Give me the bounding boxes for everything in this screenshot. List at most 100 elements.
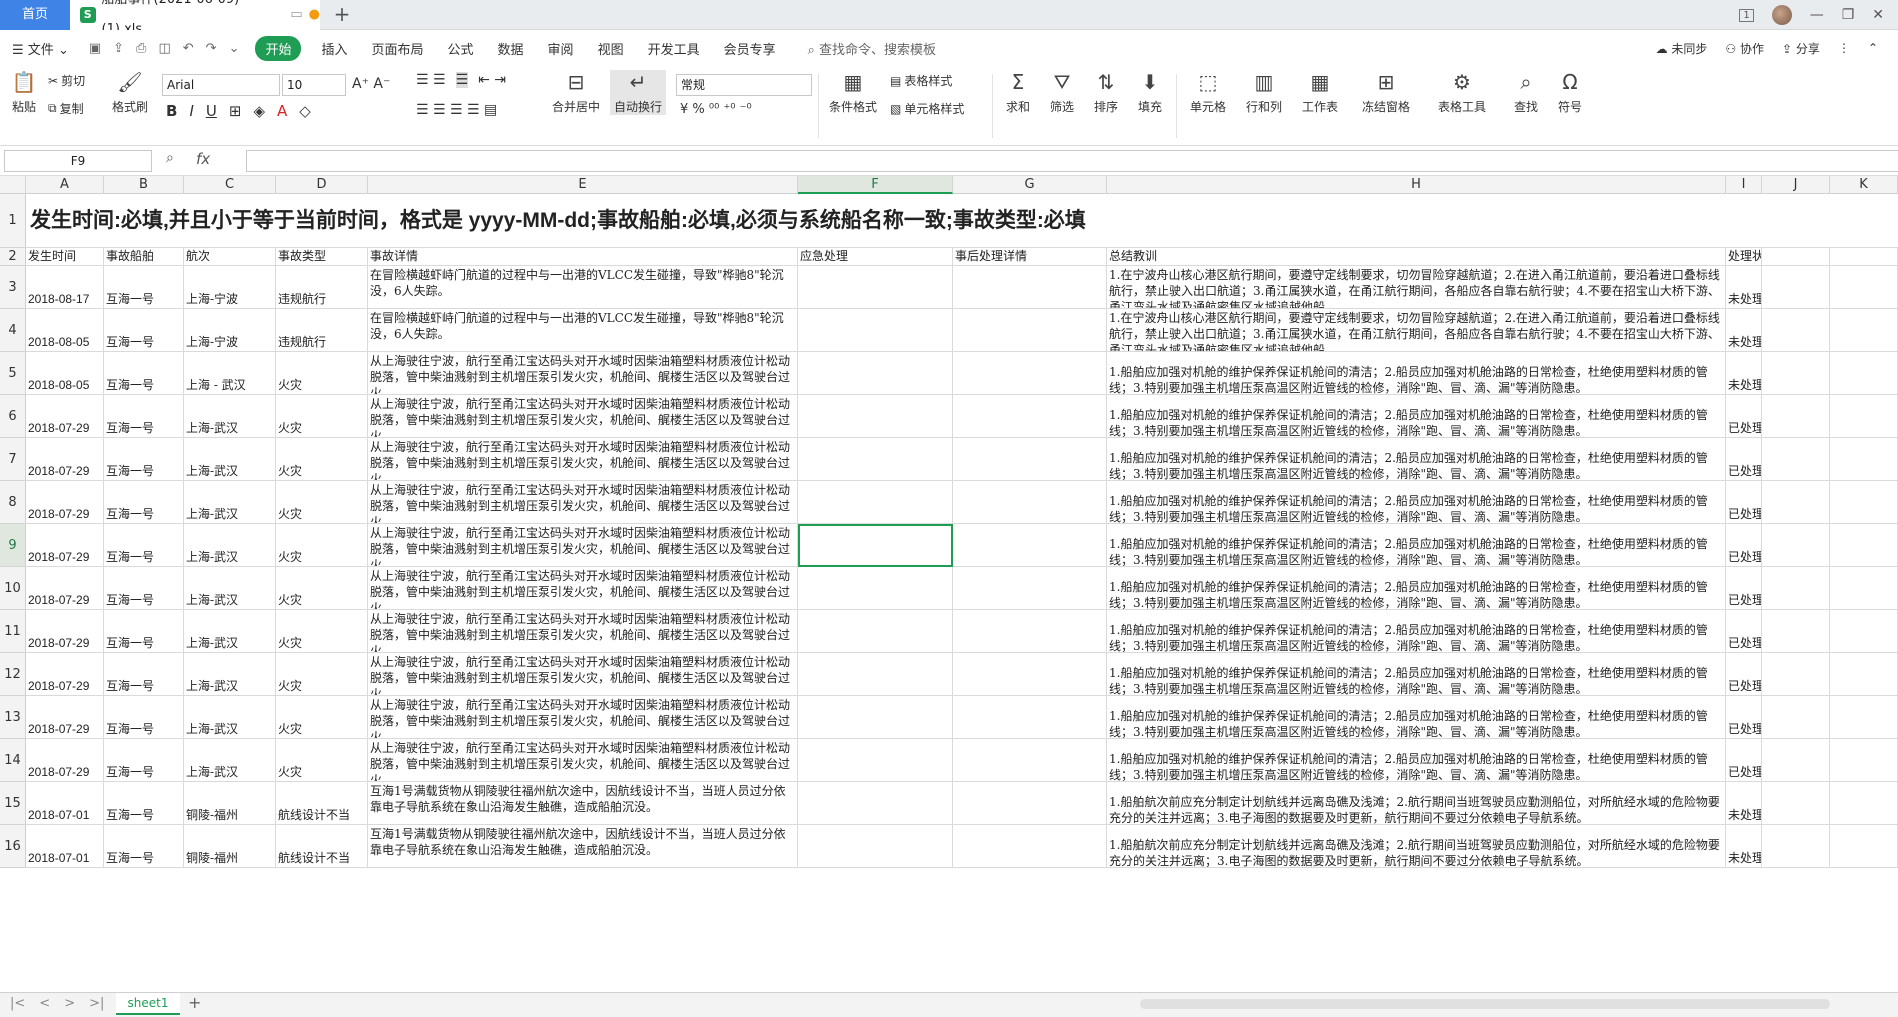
voyage-cell[interactable]: 上海-武汉 (184, 653, 276, 696)
row-col-button[interactable]: ▥ 行和列 (1238, 70, 1290, 115)
type-cell[interactable]: 火灾 (276, 352, 368, 395)
lesson-cell[interactable]: 1.船舶应加强对机舱的维护保养保证机舱间的清洁；2.船员应加强对机舱油路的日常检… (1107, 395, 1726, 438)
status-cell[interactable]: 已处理 (1726, 653, 1762, 696)
voyage-cell[interactable]: 上海-武汉 (184, 610, 276, 653)
date-cell[interactable]: 2018-08-05 (26, 352, 104, 395)
empty-cell[interactable] (1762, 481, 1830, 524)
status-cell[interactable]: 已处理 (1726, 610, 1762, 653)
ship-cell[interactable]: 互海一号 (104, 309, 184, 352)
find-button[interactable]: ⌕ 查找 (1506, 70, 1546, 115)
menu-file[interactable]: ☰ 文件 ⌄ (0, 39, 81, 58)
status-cell[interactable]: 已处理 (1726, 524, 1762, 567)
followup-cell[interactable] (953, 782, 1107, 825)
followup-cell[interactable] (953, 481, 1107, 524)
status-cell[interactable]: 已处理 (1726, 567, 1762, 610)
column-header[interactable]: F (798, 176, 953, 194)
status-cell[interactable]: 已处理 (1726, 696, 1762, 739)
type-cell[interactable]: 火灾 (276, 524, 368, 567)
bold-icon[interactable]: B (166, 102, 177, 120)
voyage-cell[interactable]: 上海-宁波 (184, 309, 276, 352)
empty-cell[interactable] (1830, 610, 1898, 653)
new-tab-button[interactable]: + (328, 0, 356, 30)
followup-cell[interactable] (953, 739, 1107, 782)
type-cell[interactable]: 火灾 (276, 739, 368, 782)
notice-cell[interactable]: 发生时间:必填,并且小于等于当前时间，格式是 yyyy-MM-dd;事故船舶:必… (26, 194, 1898, 248)
voyage-cell[interactable]: 上海-武汉 (184, 739, 276, 782)
voyage-cell[interactable]: 铜陵-福州 (184, 825, 276, 868)
emergency-cell[interactable] (798, 309, 953, 352)
row-header[interactable]: 6 (0, 395, 26, 438)
type-cell[interactable]: 火灾 (276, 696, 368, 739)
clear-icon[interactable]: ◇ (299, 102, 311, 120)
table-tools-button[interactable]: ⚙ 表格工具 (1432, 70, 1492, 115)
collapse-ribbon-icon[interactable]: ⌃ (1868, 41, 1878, 55)
column-header[interactable]: A (26, 176, 104, 194)
emergency-cell[interactable] (798, 395, 953, 438)
menu-insert[interactable]: 插入 (309, 39, 359, 58)
followup-cell[interactable] (953, 696, 1107, 739)
first-sheet-icon[interactable]: |< (10, 996, 25, 1011)
row-header[interactable]: 4 (0, 309, 26, 352)
ship-cell[interactable]: 互海一号 (104, 438, 184, 481)
column-header[interactable]: E (368, 176, 798, 194)
column-title-cell[interactable]: 事故船舶 (104, 248, 184, 266)
date-cell[interactable]: 2018-07-29 (26, 610, 104, 653)
preview-icon[interactable]: ◫ (158, 41, 170, 56)
empty-cell[interactable] (1830, 266, 1898, 309)
voyage-cell[interactable]: 上海-武汉 (184, 696, 276, 739)
sum-button[interactable]: Σ 求和 (998, 70, 1038, 115)
date-cell[interactable]: 2018-07-29 (26, 696, 104, 739)
column-header[interactable]: G (953, 176, 1107, 194)
date-cell[interactable]: 2018-07-29 (26, 481, 104, 524)
date-cell[interactable]: 2018-07-29 (26, 739, 104, 782)
type-cell[interactable]: 火灾 (276, 567, 368, 610)
column-title-cell[interactable]: 处理状态 (1726, 248, 1762, 266)
row-header[interactable]: 16 (0, 825, 26, 868)
empty-cell[interactable] (1830, 248, 1898, 266)
voyage-cell[interactable]: 上海-武汉 (184, 567, 276, 610)
followup-cell[interactable] (953, 266, 1107, 309)
sheet-tab[interactable]: sheet1 (116, 993, 180, 1015)
ship-cell[interactable]: 互海一号 (104, 782, 184, 825)
type-cell[interactable]: 航线设计不当 (276, 782, 368, 825)
font-style-buttons[interactable]: B I U ⊞ ◈ A ◇ (166, 102, 311, 120)
copy-button[interactable]: ⧉ 复制 (48, 100, 84, 117)
column-header[interactable]: B (104, 176, 184, 194)
empty-cell[interactable] (1830, 739, 1898, 782)
followup-cell[interactable] (953, 610, 1107, 653)
export-icon[interactable]: ⇪ (113, 41, 124, 56)
column-title-cell[interactable]: 事故类型 (276, 248, 368, 266)
next-sheet-icon[interactable]: > (64, 996, 75, 1011)
ship-cell[interactable]: 互海一号 (104, 696, 184, 739)
format-painter-button[interactable]: 🖌 格式刷 (108, 70, 152, 115)
empty-cell[interactable] (1830, 352, 1898, 395)
voyage-cell[interactable]: 上海-武汉 (184, 524, 276, 567)
ship-cell[interactable]: 互海一号 (104, 825, 184, 868)
command-search[interactable]: ⌕ 查找命令、搜索模板 (788, 39, 936, 58)
ship-cell[interactable]: 互海一号 (104, 653, 184, 696)
emergency-cell[interactable] (798, 825, 953, 868)
date-cell[interactable]: 2018-07-29 (26, 567, 104, 610)
date-cell[interactable]: 2018-08-05 (26, 309, 104, 352)
lesson-cell[interactable]: 1.船舶应加强对机舱的维护保养保证机舱间的清洁；2.船员应加强对机舱油路的日常检… (1107, 696, 1726, 739)
status-cell[interactable]: 未处理 (1726, 782, 1762, 825)
undo-icon[interactable]: ↶ (183, 41, 194, 56)
type-cell[interactable]: 违规航行 (276, 266, 368, 309)
status-cell[interactable]: 未处理 (1726, 266, 1762, 309)
detail-cell[interactable]: 从上海驶往宁波，航行至甬江宝达码头对开水域时因柴油箱塑料材质液位计松动脱落，管中… (368, 739, 798, 782)
row-header[interactable]: 11 (0, 610, 26, 653)
row-header[interactable]: 14 (0, 739, 26, 782)
column-title-cell[interactable]: 发生时间 (26, 248, 104, 266)
cell-style-button[interactable]: ▧ 单元格样式 (890, 100, 964, 117)
fill-button[interactable]: ⬇ 填充 (1130, 70, 1170, 115)
sort-button[interactable]: ⇅ 排序 (1086, 70, 1126, 115)
empty-cell[interactable] (1830, 481, 1898, 524)
status-cell[interactable]: 已处理 (1726, 438, 1762, 481)
lesson-cell[interactable]: 1.船舶应加强对机舱的维护保养保证机舱间的清洁；2.船员应加强对机舱油路的日常检… (1107, 481, 1726, 524)
column-title-cell[interactable]: 总结教训 (1107, 248, 1726, 266)
row-header[interactable]: 8 (0, 481, 26, 524)
column-title-cell[interactable]: 航次 (184, 248, 276, 266)
menu-data[interactable]: 数据 (486, 39, 536, 58)
type-cell[interactable]: 航线设计不当 (276, 825, 368, 868)
conditional-format-button[interactable]: ▦ 条件格式 (824, 70, 882, 115)
